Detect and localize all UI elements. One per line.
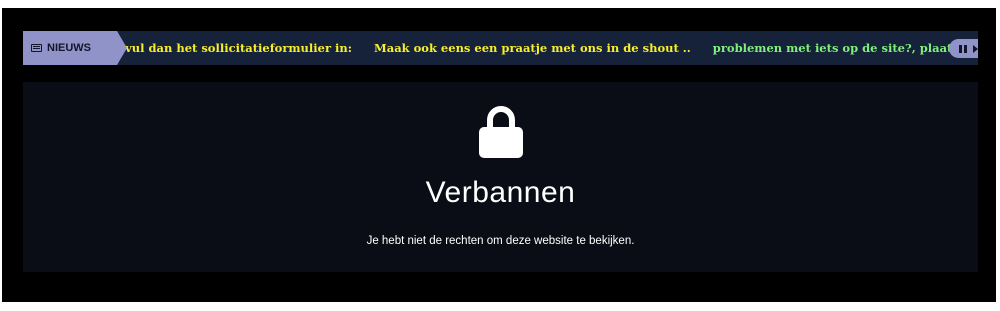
ticker-item[interactable]: Maak ook eens een praatje met ons in de … <box>374 41 691 55</box>
news-ticker: NIEUWS r vul dan het sollicitatieformuli… <box>23 31 978 65</box>
banned-title: Verbannen <box>425 176 576 209</box>
fast-forward-icon[interactable] <box>973 44 978 53</box>
banned-message: Je hebt niet de rechten om deze website … <box>366 235 635 247</box>
ticker-item[interactable]: r vul dan het sollicitatieformulier in: <box>115 41 352 55</box>
pause-icon[interactable] <box>959 44 967 53</box>
news-ticker-label: NIEUWS <box>23 31 127 65</box>
ticker-controls <box>949 39 978 58</box>
ticker-item[interactable]: problemen met iets op de site?, plaats d… <box>713 41 978 55</box>
ticker-track: r vul dan het sollicitatieformulier in: … <box>115 31 978 65</box>
banned-panel: Verbannen Je hebt niet de rechten om dez… <box>23 82 978 272</box>
lock-icon <box>479 106 523 158</box>
news-label-text: NIEUWS <box>47 42 91 54</box>
newspaper-icon <box>31 44 42 52</box>
